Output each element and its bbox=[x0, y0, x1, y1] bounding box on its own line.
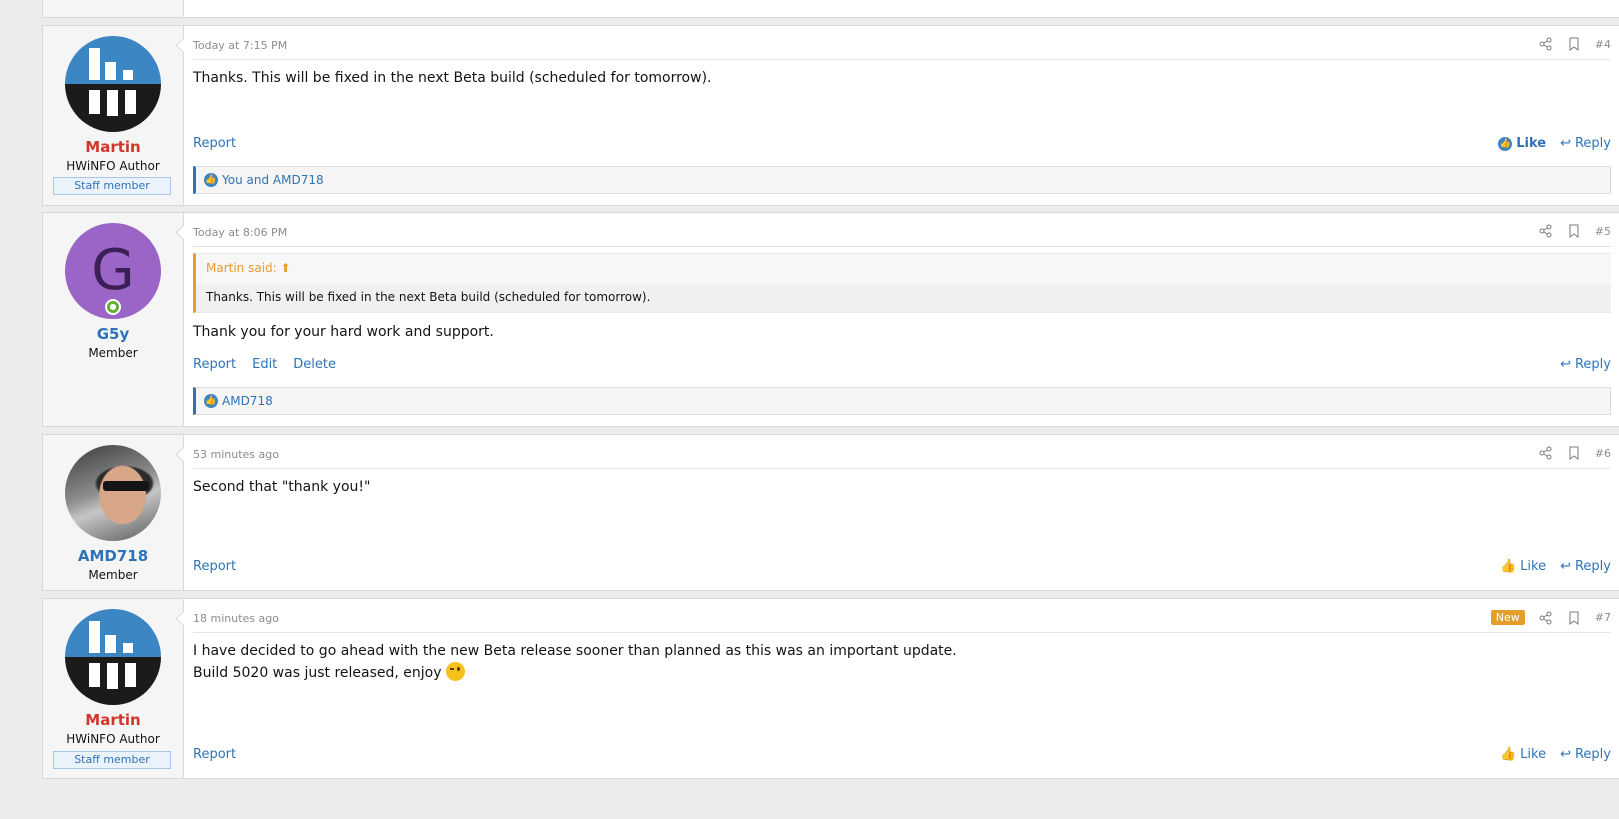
report-link[interactable]: Report bbox=[193, 559, 236, 574]
post-body: Thanks. This will be fixed in the next B… bbox=[193, 70, 712, 86]
post-6: AMD718 Member 53 minutes ago #6 Second t… bbox=[42, 434, 1619, 591]
post-5: G ● G5y Member Today at 8:06 PM #5 Marti… bbox=[42, 212, 1619, 427]
report-link[interactable]: Report bbox=[193, 136, 236, 151]
bookmark-icon[interactable] bbox=[1567, 611, 1581, 625]
post-body: Thank you for your hard work and support… bbox=[193, 324, 494, 340]
post-body: Second that "thank you!" bbox=[193, 479, 371, 495]
share-icon[interactable] bbox=[1539, 446, 1553, 460]
report-link[interactable]: Report bbox=[193, 357, 236, 372]
reply-icon: ↩ bbox=[1560, 357, 1571, 372]
post-4: Martin HWiNFO Author Staff member Today … bbox=[42, 25, 1619, 206]
quote-author-link[interactable]: Martin said: ⬆ bbox=[206, 261, 291, 275]
post-7: Martin HWiNFO Author Staff member 18 min… bbox=[42, 598, 1619, 779]
author-name[interactable]: Martin bbox=[43, 138, 183, 156]
post-author-panel: AMD718 Member bbox=[43, 435, 184, 590]
reactions-bar[interactable]: 👍 AMD718 bbox=[193, 387, 1611, 415]
like-button[interactable]: 👍 Like bbox=[1500, 559, 1546, 574]
share-icon[interactable] bbox=[1539, 224, 1553, 238]
reply-button[interactable]: ↩ Reply bbox=[1560, 747, 1611, 762]
hwinfo-logo-icon bbox=[89, 48, 136, 116]
reaction-users[interactable]: AMD718 bbox=[222, 394, 273, 408]
reply-icon: ↩ bbox=[1560, 136, 1571, 151]
wink-emoji-icon bbox=[445, 662, 465, 681]
report-link[interactable]: Report bbox=[193, 747, 236, 762]
post-author-panel: G ● G5y Member bbox=[43, 213, 184, 426]
thumbs-up-icon: 👍 bbox=[1498, 136, 1513, 151]
like-button[interactable]: 👍 Like bbox=[1498, 136, 1546, 151]
post-body-line-1: I have decided to go ahead with the new … bbox=[193, 643, 957, 659]
post-time[interactable]: Today at 7:15 PM bbox=[193, 39, 287, 52]
thumbs-up-icon: 👍 bbox=[1499, 559, 1517, 574]
post-number[interactable]: #6 bbox=[1595, 447, 1611, 460]
user-title: HWiNFO Author bbox=[66, 159, 160, 173]
avatar[interactable] bbox=[65, 445, 161, 541]
online-status-icon: ● bbox=[105, 299, 121, 315]
new-badge: New bbox=[1490, 610, 1525, 625]
author-name[interactable]: G5y bbox=[43, 325, 183, 343]
post-header: Today at 8:06 PM #5 bbox=[193, 224, 1611, 247]
reply-button[interactable]: ↩ Reply bbox=[1560, 357, 1611, 372]
reaction-users[interactable]: You and AMD718 bbox=[222, 173, 324, 187]
reply-icon: ↩ bbox=[1560, 747, 1571, 762]
staff-badge: Staff member bbox=[53, 177, 171, 195]
reply-button[interactable]: ↩ Reply bbox=[1560, 559, 1611, 574]
reply-icon: ↩ bbox=[1560, 559, 1571, 574]
post-header: Today at 7:15 PM #4 bbox=[193, 37, 1611, 60]
author-name[interactable]: AMD718 bbox=[43, 547, 183, 565]
bookmark-icon[interactable] bbox=[1567, 224, 1581, 238]
user-title: Member bbox=[88, 346, 138, 360]
like-button[interactable]: 👍 Like bbox=[1500, 747, 1546, 762]
post-number[interactable]: #7 bbox=[1595, 611, 1611, 624]
share-icon[interactable] bbox=[1539, 37, 1553, 51]
arrow-up-circle-icon: ⬆ bbox=[280, 261, 291, 275]
avatar[interactable] bbox=[65, 36, 161, 132]
hwinfo-logo-icon bbox=[89, 621, 136, 689]
post-number[interactable]: #5 bbox=[1595, 225, 1611, 238]
post-header: 18 minutes ago New #7 bbox=[193, 610, 1611, 633]
edit-link[interactable]: Edit bbox=[252, 357, 277, 372]
previous-post-fragment bbox=[42, 0, 1619, 18]
author-name[interactable]: Martin bbox=[43, 711, 183, 729]
quote-body: Thanks. This will be fixed in the next B… bbox=[196, 284, 1611, 312]
post-number[interactable]: #4 bbox=[1595, 38, 1611, 51]
avatar[interactable] bbox=[65, 609, 161, 705]
post-header: 53 minutes ago #6 bbox=[193, 446, 1611, 469]
bookmark-icon[interactable] bbox=[1567, 446, 1581, 460]
share-icon[interactable] bbox=[1539, 611, 1553, 625]
post-body: I have decided to go ahead with the new … bbox=[193, 640, 1611, 684]
post-body-line-2: Build 5020 was just released, enjoy bbox=[193, 662, 1611, 684]
user-title: Member bbox=[88, 568, 138, 582]
user-title: HWiNFO Author bbox=[66, 732, 160, 746]
like-reaction-icon: 👍 bbox=[204, 394, 218, 408]
like-reaction-icon: 👍 bbox=[204, 173, 218, 187]
post-time[interactable]: 53 minutes ago bbox=[193, 448, 279, 461]
delete-link[interactable]: Delete bbox=[293, 357, 336, 372]
reactions-bar[interactable]: 👍 You and AMD718 bbox=[193, 166, 1611, 194]
thumbs-up-icon: 👍 bbox=[1499, 747, 1517, 762]
staff-badge: Staff member bbox=[53, 751, 171, 769]
post-time[interactable]: 18 minutes ago bbox=[193, 612, 279, 625]
bookmark-icon[interactable] bbox=[1567, 37, 1581, 51]
quote-block: Martin said: ⬆ Thanks. This will be fixe… bbox=[193, 253, 1611, 313]
post-time[interactable]: Today at 8:06 PM bbox=[193, 226, 287, 239]
sunglasses-icon bbox=[103, 481, 149, 491]
post-author-panel: Martin HWiNFO Author Staff member bbox=[43, 26, 184, 205]
reply-button[interactable]: ↩ Reply bbox=[1560, 136, 1611, 151]
post-author-panel: Martin HWiNFO Author Staff member bbox=[43, 599, 184, 778]
